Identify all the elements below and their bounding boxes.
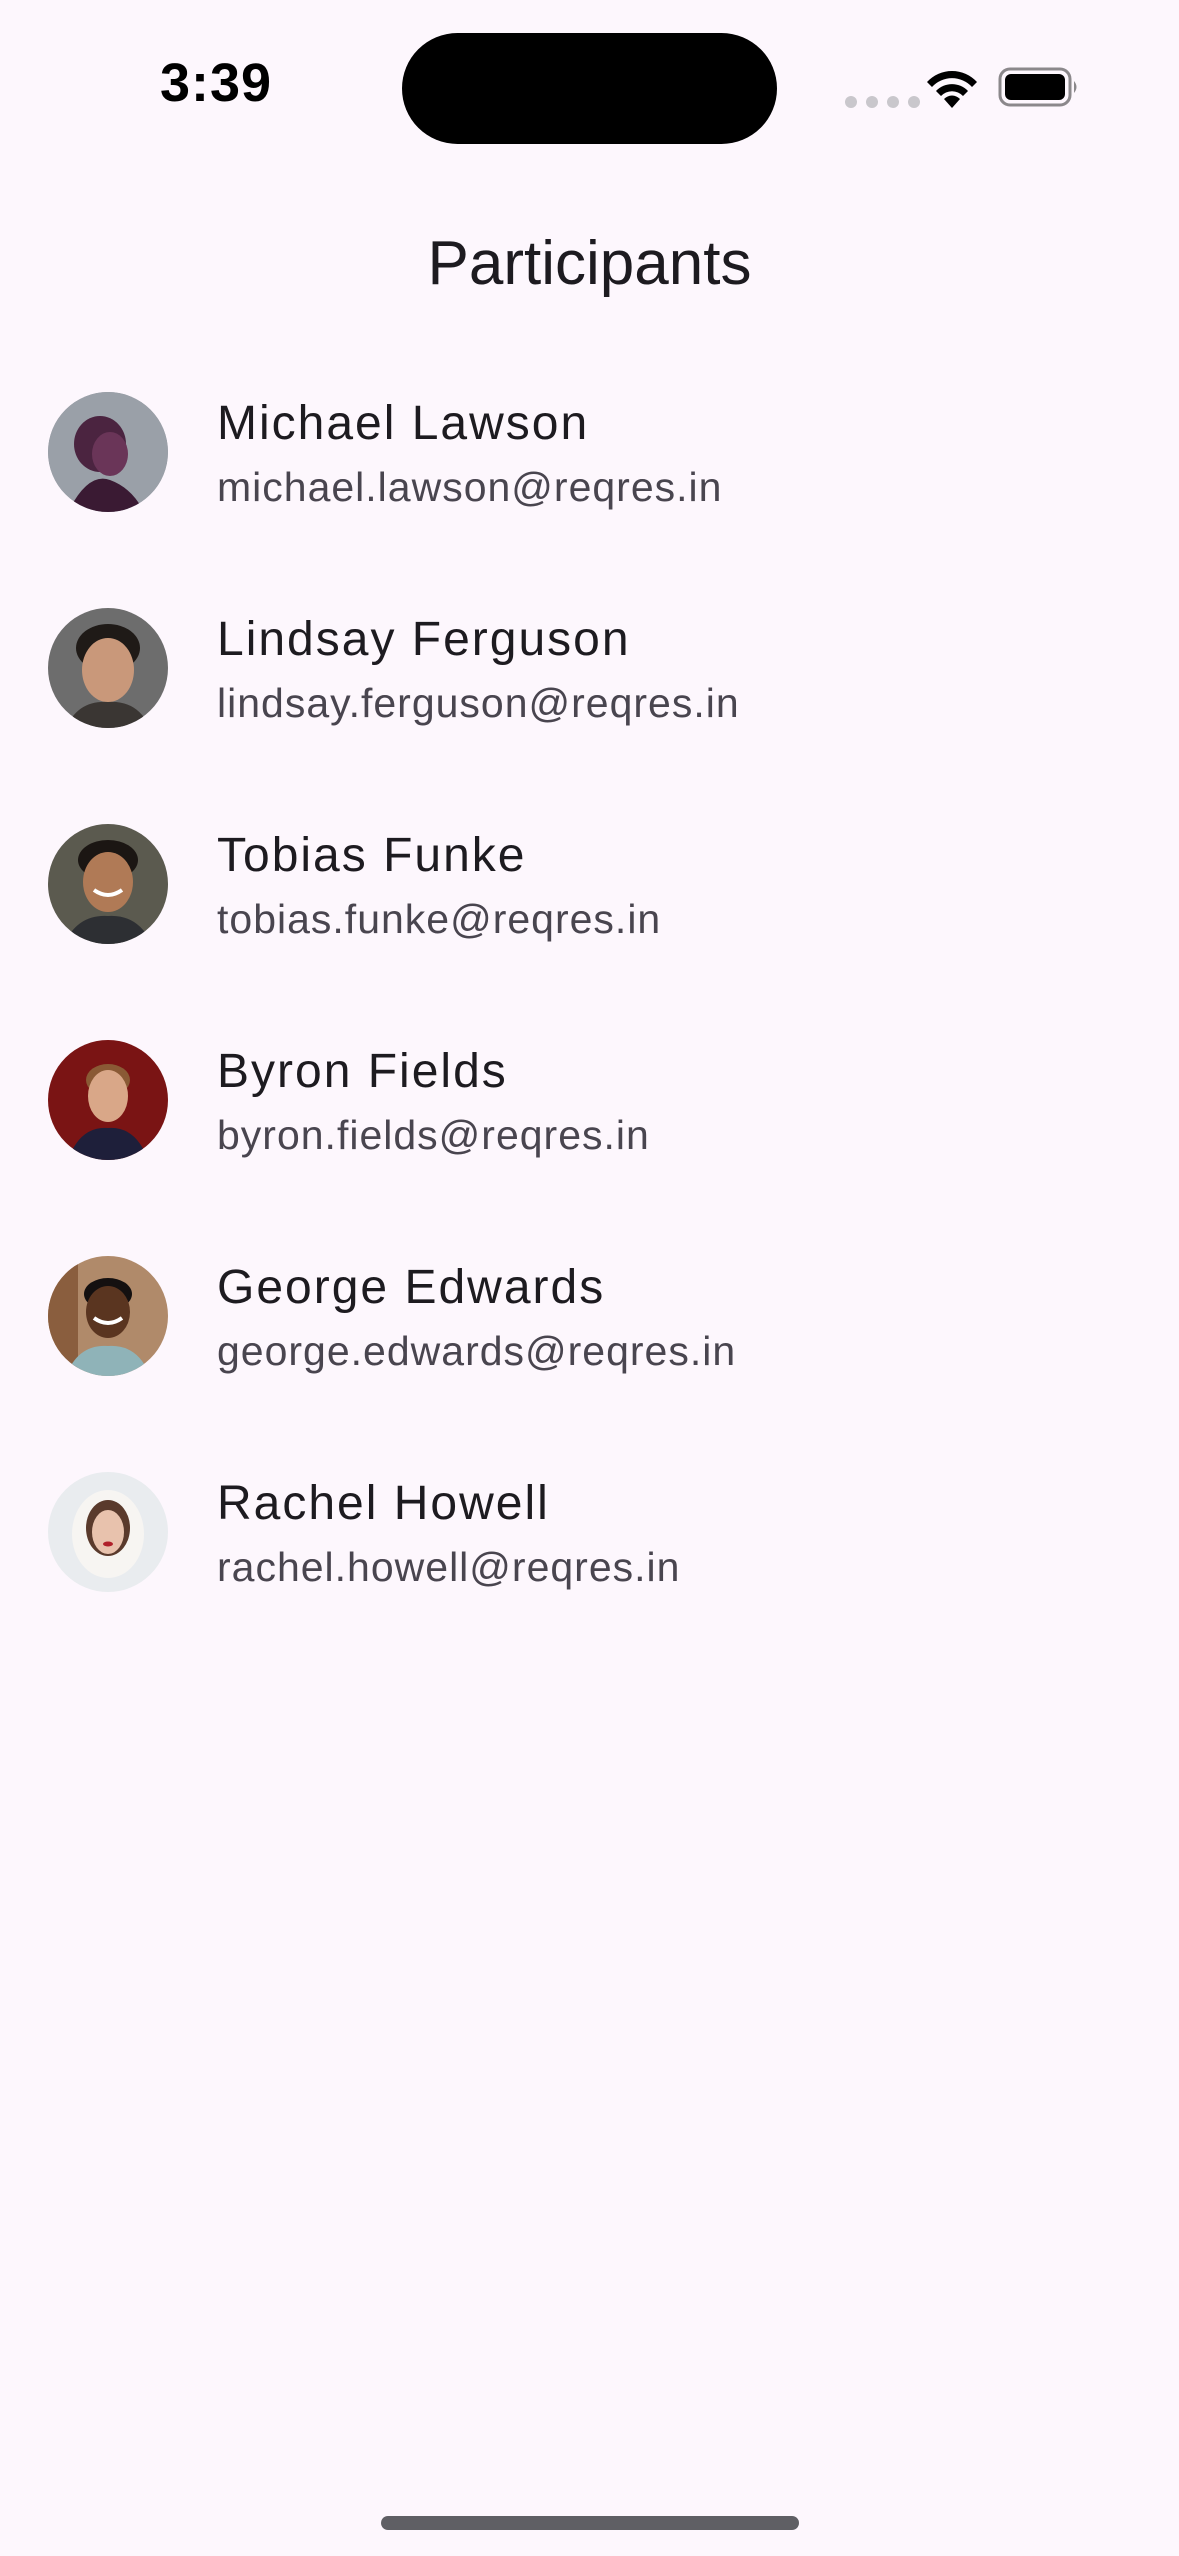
battery-icon — [998, 67, 1077, 107]
participant-email: michael.lawson@reqres.in — [217, 464, 723, 510]
participant-email: byron.fields@reqres.in — [217, 1112, 650, 1158]
participant-email: george.edwards@reqres.in — [217, 1328, 737, 1374]
participant-name: Tobias Funke — [217, 829, 527, 882]
participant-name: Lindsay Ferguson — [217, 613, 631, 666]
list-item[interactable]: George Edwards george.edwards@reqres.in — [0, 1236, 1179, 1452]
cellular-signal-icon — [845, 96, 920, 108]
participant-name: George Edwards — [217, 1261, 606, 1314]
participant-email: lindsay.ferguson@reqres.in — [217, 680, 740, 726]
avatar — [48, 608, 168, 728]
participant-email: rachel.howell@reqres.in — [217, 1544, 681, 1590]
list-item[interactable]: Michael Lawson michael.lawson@reqres.in — [0, 372, 1179, 588]
list-item[interactable]: Rachel Howell rachel.howell@reqres.in — [0, 1452, 1179, 1668]
participants-list: Michael Lawson michael.lawson@reqres.in … — [0, 372, 1179, 1668]
dynamic-island — [402, 33, 777, 144]
participant-name: Michael Lawson — [217, 397, 590, 450]
avatar — [48, 1040, 168, 1160]
avatar — [48, 1256, 168, 1376]
page-title: Participants — [427, 229, 752, 298]
avatar — [48, 824, 168, 944]
participant-name: Rachel Howell — [217, 1477, 550, 1530]
participant-name: Byron Fields — [217, 1045, 508, 1098]
home-indicator[interactable] — [381, 2516, 799, 2530]
avatar — [48, 1472, 168, 1592]
list-item[interactable]: Byron Fields byron.fields@reqres.in — [0, 1020, 1179, 1236]
list-item[interactable]: Tobias Funke tobias.funke@reqres.in — [0, 804, 1179, 1020]
avatar — [48, 392, 168, 512]
participant-email: tobias.funke@reqres.in — [217, 896, 662, 942]
list-item[interactable]: Lindsay Ferguson lindsay.ferguson@reqres… — [0, 588, 1179, 804]
status-bar-time: 3:39 — [160, 53, 273, 113]
wifi-icon — [927, 71, 977, 108]
